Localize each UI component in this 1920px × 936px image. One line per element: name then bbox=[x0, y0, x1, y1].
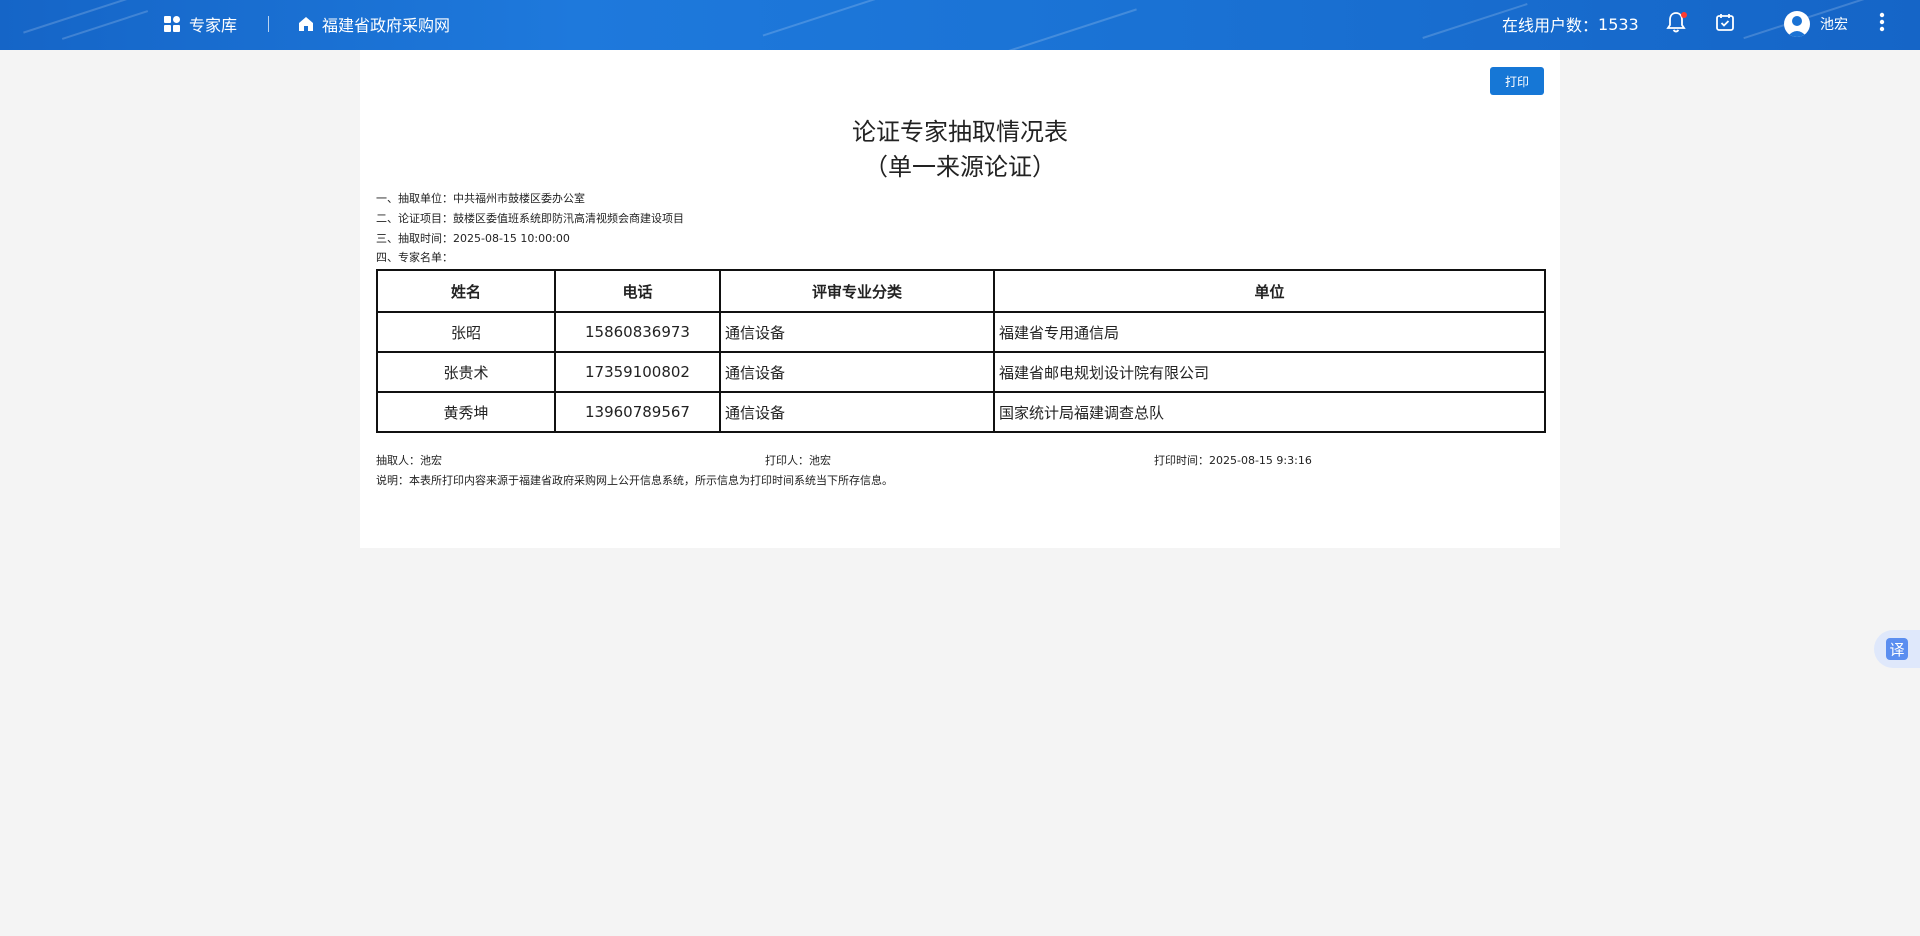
more-menu-button[interactable] bbox=[1870, 12, 1894, 36]
top-navigation-bar: 专家库 福建省政府采购网 在线用户数： 1533 池宏 bbox=[0, 0, 1920, 50]
cell-unit: 福建省专用通信局 bbox=[993, 311, 1546, 353]
translate-button[interactable]: 译 bbox=[1874, 630, 1920, 668]
cell-name: 张昭 bbox=[376, 311, 556, 353]
tasks-button[interactable] bbox=[1713, 12, 1737, 36]
cell-phone: 17359100802 bbox=[554, 351, 721, 393]
cell-category: 通信设备 bbox=[719, 351, 995, 393]
table-row: 张昭 15860836973 通信设备 福建省专用通信局 bbox=[376, 311, 1546, 353]
footer-note: 说明：本表所打印内容来源于福建省政府采购网上公开信息系统，所示信息为打印时间系统… bbox=[376, 474, 893, 487]
nav-procurement-site[interactable]: 福建省政府采购网 bbox=[298, 0, 450, 48]
user-icon bbox=[1787, 16, 1807, 37]
more-vertical-icon bbox=[1879, 12, 1885, 36]
info-unit: 一、抽取单位：中共福州市鼓楼区委办公室 bbox=[376, 192, 585, 205]
translate-icon: 译 bbox=[1886, 638, 1908, 660]
print-button[interactable]: 打印 bbox=[1490, 67, 1544, 95]
cell-phone: 15860836973 bbox=[554, 311, 721, 353]
info-expert-list: 四、专家名单： bbox=[376, 251, 453, 264]
table-row: 黄秀坤 13960789567 通信设备 国家统计局福建调查总队 bbox=[376, 391, 1546, 433]
user-name: 池宏 bbox=[1820, 17, 1848, 33]
document-subtitle: （单一来源论证） bbox=[864, 153, 1056, 181]
print-document: 打印 论证专家抽取情况表 （单一来源论证） 一、抽取单位：中共福州市鼓楼区委办公… bbox=[360, 50, 1560, 548]
home-icon bbox=[298, 16, 314, 32]
nav-divider bbox=[268, 16, 269, 32]
cell-name: 黄秀坤 bbox=[376, 391, 556, 433]
document-title: 论证专家抽取情况表 bbox=[852, 118, 1068, 146]
table-header-row: 姓名 电话 评审专业分类 单位 bbox=[376, 269, 1546, 313]
info-time: 三、抽取时间：2025-08-15 10:00:00 bbox=[376, 232, 570, 245]
online-users-label: 在线用户数： bbox=[1502, 16, 1599, 35]
cell-unit: 福建省邮电规划设计院有限公司 bbox=[993, 351, 1546, 393]
online-users-count: 1533 bbox=[1598, 14, 1639, 34]
decorative-streak bbox=[762, 0, 878, 37]
calendar-check-icon bbox=[1715, 12, 1735, 36]
footer-printer: 打印人：池宏 bbox=[765, 454, 831, 467]
online-users: 在线用户数： 1533 bbox=[1502, 0, 1639, 48]
nav-expert-library[interactable]: 专家库 bbox=[164, 0, 237, 48]
decorative-streak bbox=[1003, 8, 1137, 50]
cell-category: 通信设备 bbox=[719, 311, 995, 353]
nav-procurement-site-label: 福建省政府采购网 bbox=[322, 16, 451, 35]
cell-unit: 国家统计局福建调查总队 bbox=[993, 391, 1546, 433]
header-name: 姓名 bbox=[376, 269, 556, 313]
footer-extractor: 抽取人：池宏 bbox=[376, 454, 442, 467]
nav-expert-library-label: 专家库 bbox=[189, 16, 238, 35]
expert-table: 姓名 电话 评审专业分类 单位 张昭 15860836973 通信设备 福建省专… bbox=[376, 269, 1546, 433]
cell-category: 通信设备 bbox=[719, 391, 995, 433]
avatar bbox=[1784, 11, 1810, 37]
table-row: 张贵术 17359100802 通信设备 福建省邮电规划设计院有限公司 bbox=[376, 351, 1546, 393]
header-phone: 电话 bbox=[554, 269, 721, 313]
user-menu[interactable]: 池宏 bbox=[1784, 0, 1848, 48]
cell-phone: 13960789567 bbox=[554, 391, 721, 433]
notification-badge bbox=[1681, 12, 1687, 18]
header-category: 评审专业分类 bbox=[719, 269, 995, 313]
footer-print-time: 打印时间：2025-08-15 9:3:16 bbox=[1154, 454, 1312, 467]
cell-name: 张贵术 bbox=[376, 351, 556, 393]
grid-icon bbox=[164, 15, 181, 33]
notification-button[interactable] bbox=[1664, 12, 1688, 36]
header-unit: 单位 bbox=[993, 269, 1546, 313]
info-project: 二、论证项目：鼓楼区委值班系统即防汛高清视频会商建设项目 bbox=[376, 212, 684, 225]
